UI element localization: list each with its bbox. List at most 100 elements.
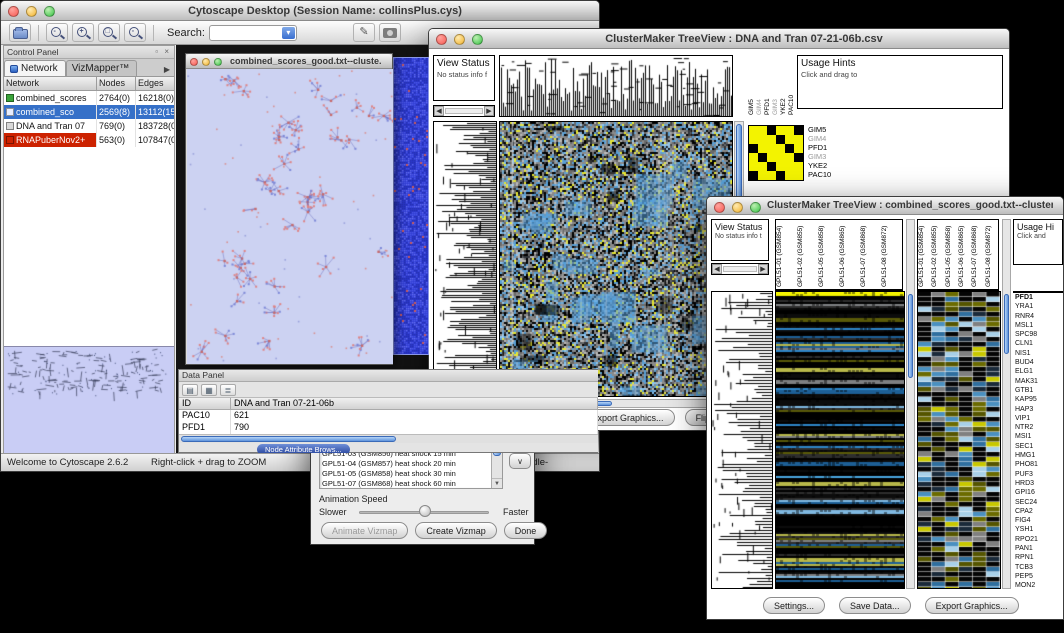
matrix-cell[interactable] bbox=[749, 126, 758, 135]
attribute-table-row[interactable]: PFD1790 bbox=[179, 422, 598, 434]
matrix-cell[interactable] bbox=[794, 126, 803, 135]
move-down-button[interactable]: ∨ bbox=[509, 453, 531, 469]
column-dendrogram-panel[interactable] bbox=[499, 55, 733, 117]
scroll-right-icon[interactable]: ▶ bbox=[484, 106, 494, 116]
dense-network-canvas[interactable] bbox=[394, 58, 428, 354]
zoom-button[interactable] bbox=[214, 58, 222, 66]
network-view-titlebar[interactable]: combined_scores_good.txt--cluste... bbox=[186, 54, 392, 69]
create-vizmap-button[interactable]: Create Vizmap bbox=[415, 522, 496, 539]
column-header-attribute[interactable]: DNA and Tran 07-21-06b bbox=[231, 398, 598, 410]
matrix-cell[interactable] bbox=[767, 126, 776, 135]
panel-float-close-icons[interactable]: ▫ × bbox=[155, 47, 171, 57]
heatmap-vscrollbar[interactable] bbox=[906, 219, 915, 589]
close-button[interactable] bbox=[436, 34, 447, 45]
zoom-button[interactable] bbox=[750, 202, 761, 213]
vscroll-thumb[interactable] bbox=[1004, 294, 1009, 354]
minimize-button[interactable] bbox=[732, 202, 743, 213]
zoom-heatmap-panel[interactable] bbox=[917, 291, 1001, 589]
matrix-cell[interactable] bbox=[776, 171, 785, 180]
heatmap-canvas[interactable] bbox=[776, 292, 904, 588]
matrix-cell[interactable] bbox=[785, 144, 794, 153]
export-graphics-button[interactable]: Export Graphics... bbox=[925, 597, 1019, 614]
matrix-cell[interactable] bbox=[794, 135, 803, 144]
matrix-cell[interactable] bbox=[758, 171, 767, 180]
row-dendrogram-canvas[interactable] bbox=[434, 122, 496, 396]
tree-navigator[interactable]: ◀ ▶ bbox=[711, 263, 769, 275]
matrix-cell[interactable] bbox=[758, 153, 767, 162]
minimize-button[interactable] bbox=[202, 58, 210, 66]
matrix-cell[interactable] bbox=[758, 126, 767, 135]
row-dendrogram-canvas[interactable] bbox=[712, 292, 772, 588]
snapshot-button[interactable] bbox=[379, 23, 401, 42]
network-overview-panel[interactable] bbox=[4, 346, 174, 454]
matrix-cell[interactable] bbox=[794, 153, 803, 162]
select-attributes-button[interactable]: ▤ bbox=[182, 384, 198, 396]
column-header-id[interactable]: ID bbox=[179, 398, 231, 410]
matrix-cell[interactable] bbox=[749, 135, 758, 144]
scroll-right-icon[interactable]: ▶ bbox=[758, 264, 768, 274]
scroll-track[interactable] bbox=[445, 108, 483, 114]
column-header-network[interactable]: Network bbox=[4, 77, 97, 91]
network-list-row[interactable]: RNAPuberNov2+563(0)107847(0) bbox=[4, 133, 174, 147]
close-button[interactable] bbox=[8, 6, 19, 17]
heatmap-panel[interactable] bbox=[775, 291, 905, 589]
heatmap-panel[interactable] bbox=[499, 121, 733, 397]
matrix-cell[interactable] bbox=[758, 144, 767, 153]
matrix-cell[interactable] bbox=[749, 153, 758, 162]
scroll-left-icon[interactable]: ◀ bbox=[434, 106, 444, 116]
zoom-in-button[interactable]: + bbox=[72, 23, 94, 42]
zoom-fit-button[interactable]: ▫ bbox=[124, 23, 146, 42]
correlation-matrix[interactable] bbox=[748, 125, 804, 181]
minimize-button[interactable] bbox=[26, 6, 37, 17]
attribute-table-row[interactable]: PAC10621 bbox=[179, 410, 598, 422]
matrix-cell[interactable] bbox=[767, 153, 776, 162]
minimize-button[interactable] bbox=[454, 34, 465, 45]
zoom-heatmap-canvas[interactable] bbox=[918, 292, 1000, 588]
tree-navigator[interactable]: ◀ ▶ bbox=[433, 105, 495, 117]
row-dendrogram-panel[interactable] bbox=[711, 291, 773, 589]
matrix-cell[interactable] bbox=[785, 171, 794, 180]
scroll-down-icon[interactable]: ▼ bbox=[492, 478, 502, 488]
treeview-dna-titlebar[interactable]: ClusterMaker TreeView : DNA and Tran 07-… bbox=[429, 29, 1009, 49]
search-input[interactable] bbox=[209, 25, 297, 41]
close-button[interactable] bbox=[190, 58, 198, 66]
matrix-cell[interactable] bbox=[749, 162, 758, 171]
background-network-view-window[interactable] bbox=[393, 57, 429, 355]
create-attribute-button[interactable]: ▦ bbox=[201, 384, 217, 396]
network-overview-canvas[interactable] bbox=[4, 347, 174, 454]
save-data-button[interactable]: Save Data... bbox=[839, 597, 911, 614]
matrix-cell[interactable] bbox=[794, 144, 803, 153]
zoom-out-button[interactable]: - bbox=[46, 23, 68, 42]
matrix-cell[interactable] bbox=[749, 171, 758, 180]
cytoscape-titlebar[interactable]: Cytoscape Desktop (Session Name: collins… bbox=[1, 1, 599, 21]
heatmap-canvas[interactable] bbox=[500, 122, 732, 396]
matrix-cell[interactable] bbox=[776, 144, 785, 153]
matrix-cell[interactable] bbox=[767, 162, 776, 171]
treeview-combined-titlebar[interactable]: ClusterMaker TreeView : combined_scores_… bbox=[707, 197, 1063, 215]
settings-button[interactable]: Settings... bbox=[763, 597, 825, 614]
matrix-cell[interactable] bbox=[776, 162, 785, 171]
attribute-item[interactable]: GPL51-04 (GSM857) heat shock 20 min bbox=[320, 459, 502, 469]
matrix-cell[interactable] bbox=[776, 135, 785, 144]
matrix-cell[interactable] bbox=[785, 135, 794, 144]
tab-vizmapper[interactable]: VizMapper™ bbox=[66, 60, 138, 76]
network-list-row[interactable]: combined_sco2569(8)13112(15) bbox=[4, 105, 174, 119]
matrix-cell[interactable] bbox=[767, 144, 776, 153]
node-attribute-browser-button[interactable]: Node Attribute Brows... bbox=[257, 444, 350, 453]
column-header-nodes[interactable]: Nodes bbox=[97, 77, 136, 91]
tab-overflow-arrow[interactable]: ▶ bbox=[164, 65, 174, 76]
network-graph-canvas[interactable] bbox=[187, 69, 393, 364]
matrix-cell[interactable] bbox=[794, 171, 803, 180]
done-button[interactable]: Done bbox=[504, 522, 548, 539]
slider-thumb[interactable] bbox=[419, 505, 431, 517]
zoom-vscrollbar[interactable] bbox=[1002, 219, 1011, 589]
column-header-edges[interactable]: Edges bbox=[136, 77, 174, 91]
delete-attribute-button[interactable]: ≣ bbox=[220, 384, 236, 396]
matrix-cell[interactable] bbox=[758, 135, 767, 144]
open-folder-button[interactable] bbox=[9, 23, 31, 42]
attribute-item[interactable]: GPL51-05 (GSM858) heat shock 30 min bbox=[320, 469, 502, 479]
matrix-cell[interactable] bbox=[776, 126, 785, 135]
network-list-row[interactable]: DNA and Tran 07769(0)183728(0) bbox=[4, 119, 174, 133]
scroll-left-icon[interactable]: ◀ bbox=[712, 264, 722, 274]
matrix-cell[interactable] bbox=[767, 135, 776, 144]
